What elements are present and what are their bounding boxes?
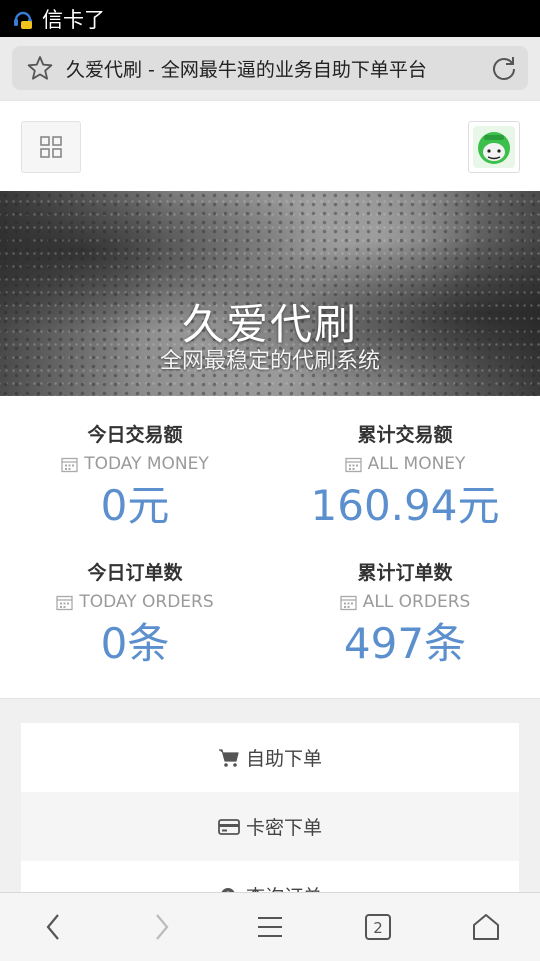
stat-value: 160.94元	[310, 481, 500, 530]
credit-card-icon	[218, 818, 240, 835]
tab-count: 2	[373, 919, 383, 937]
stat-sub: ALL ORDERS	[270, 590, 540, 614]
stat-sub: ALL MONEY	[270, 452, 540, 476]
browser-bottom-bar: 2	[0, 892, 540, 961]
calendar-icon	[56, 595, 73, 610]
stat-value: 0条	[100, 619, 170, 668]
stat-label: 今日订单数	[87, 562, 183, 584]
refresh-icon[interactable]	[490, 54, 518, 82]
carrier-name: 信卡了	[42, 7, 105, 32]
menu-item-self-order[interactable]: 自助下单	[21, 723, 519, 792]
stat-today-money: 今日交易额 TODAY MONEY 0元	[0, 422, 270, 532]
forward-icon	[156, 914, 169, 940]
menu-button[interactable]	[250, 907, 290, 947]
address-bar[interactable]: 久爱代刷 - 全网最牛逼的业务自助下单平台	[12, 46, 528, 90]
status-bar: 信卡了	[0, 0, 540, 37]
menu-item-label: 卡密下单	[245, 817, 322, 839]
menu-toggle-button[interactable]	[21, 121, 81, 173]
stat-value: 0元	[100, 481, 170, 530]
stat-all-orders: 累计订单数 ALL ORDERS 497条	[270, 560, 540, 670]
cart-icon	[218, 748, 239, 767]
browser-toolbar: 久爱代刷 - 全网最牛逼的业务自助下单平台	[0, 37, 540, 100]
stat-sub: TODAY MONEY	[0, 452, 270, 476]
stat-today-orders: 今日订单数 TODAY ORDERS 0条	[0, 560, 270, 670]
stats-panel: 今日交易额 TODAY MONEY 0元 累计交易额 ALL MONEY 160…	[0, 396, 540, 699]
hero-banner: 久爱代刷 全网最稳定的代刷系统	[0, 191, 540, 396]
calendar-icon	[344, 457, 362, 472]
stat-label: 今日交易额	[87, 424, 183, 446]
home-icon	[473, 914, 499, 940]
back-button[interactable]	[34, 907, 74, 947]
app-notify-icon	[14, 11, 32, 29]
calendar-icon	[61, 457, 78, 472]
hero-subtitle: 全网最稳定的代刷系统	[159, 349, 380, 374]
stat-all-money: 累计交易额 ALL MONEY 160.94元	[270, 422, 540, 532]
stat-sub-text: TODAY MONEY	[84, 454, 209, 474]
avatar-icon	[473, 126, 515, 168]
stat-sub-text: TODAY ORDERS	[79, 592, 214, 612]
stat-sub-text: ALL ORDERS	[362, 592, 471, 612]
site-header	[0, 100, 540, 192]
star-icon[interactable]	[26, 54, 54, 82]
stat-label: 累计订单数	[357, 562, 453, 584]
menu-icon	[258, 917, 282, 937]
user-avatar[interactable]	[468, 121, 520, 173]
stat-sub: TODAY ORDERS	[0, 590, 270, 614]
page-title[interactable]: 久爱代刷 - 全网最牛逼的业务自助下单平台	[66, 55, 486, 82]
calendar-icon	[340, 595, 357, 610]
menu-item-card-order[interactable]: 卡密下单	[21, 792, 519, 861]
menu-item-label: 自助下单	[245, 748, 322, 770]
stat-label: 累计交易额	[357, 424, 453, 446]
tabs-button[interactable]: 2	[358, 907, 398, 947]
grid-icon	[40, 136, 62, 158]
tabs-icon: 2	[365, 914, 391, 940]
home-button[interactable]	[466, 907, 506, 947]
stat-value: 497条	[343, 619, 467, 668]
forward-button[interactable]	[141, 907, 181, 947]
back-icon	[46, 914, 59, 940]
stat-sub-text: ALL MONEY	[367, 454, 466, 474]
